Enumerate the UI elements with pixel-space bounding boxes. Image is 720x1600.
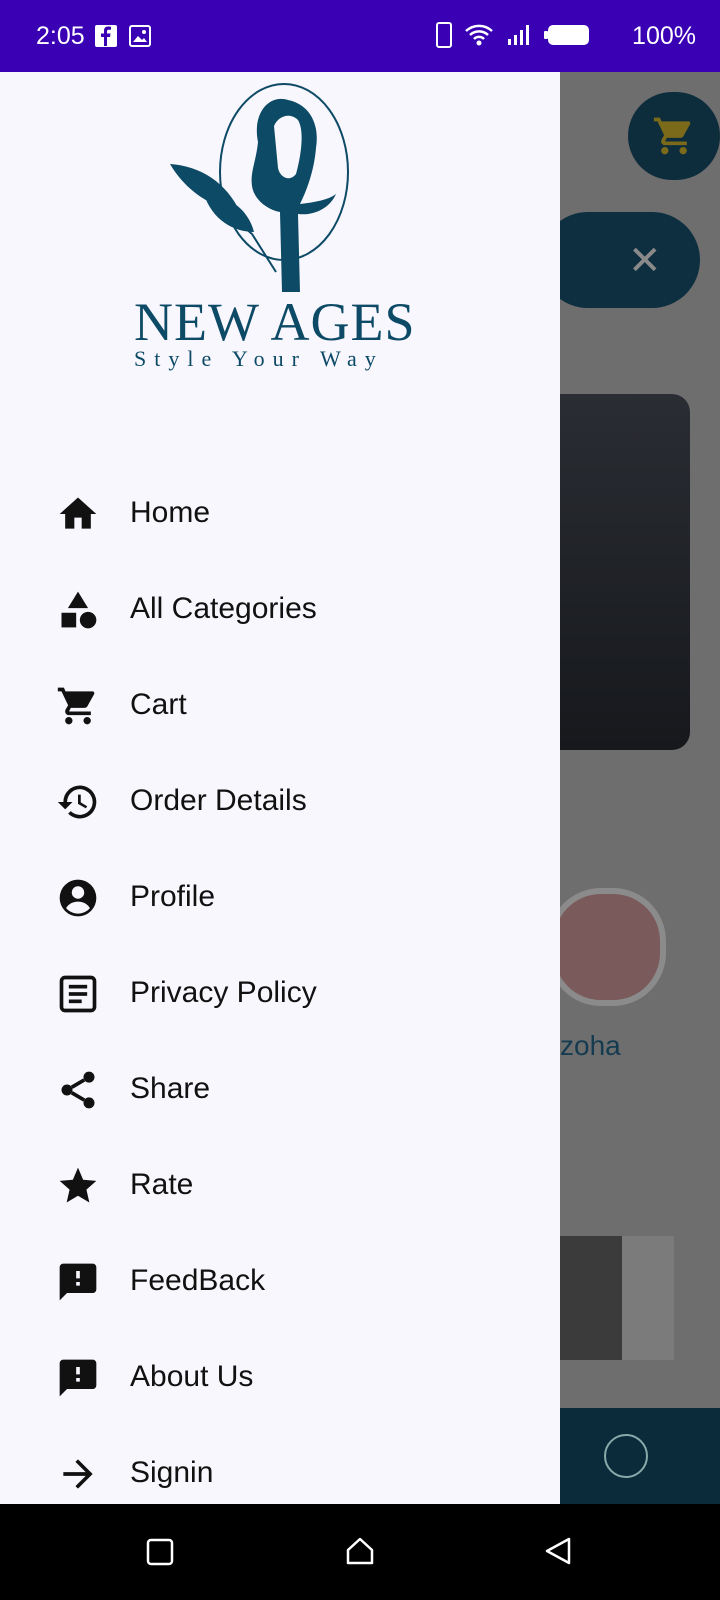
back-button[interactable] [544, 1536, 572, 1566]
document-icon [59, 975, 97, 1013]
menu-item-order-details[interactable]: Order Details [0, 754, 560, 850]
close-icon: ✕ [628, 239, 662, 283]
menu-item-label: About Us [130, 1360, 254, 1393]
categories-icon [61, 591, 97, 629]
menu-item-label: Order Details [130, 784, 307, 817]
system-nav-bar [0, 1504, 720, 1600]
cart-icon [653, 117, 691, 155]
profile-icon [604, 1434, 648, 1478]
status-time: 2:05 [36, 22, 85, 50]
background-story-avatar [548, 888, 666, 1006]
feedback-icon [59, 1263, 97, 1301]
brand-wordmark: NEW AGES Style Your Way [134, 294, 434, 372]
recents-button[interactable] [146, 1538, 174, 1566]
status-bar: 2:05 100% [0, 0, 720, 72]
brand-name: NEW AGES [134, 292, 416, 352]
background-cart-button [628, 92, 720, 180]
wifi-icon [465, 24, 493, 46]
menu-item-label: Signin [130, 1456, 214, 1489]
background-search-bar: ✕ [540, 212, 700, 308]
facebook-icon [95, 25, 117, 47]
menu-item-label: Profile [130, 880, 216, 913]
home-button[interactable] [345, 1536, 375, 1566]
menu-item-feedback[interactable]: FeedBack [0, 1234, 560, 1330]
menu-item-label: Rate [130, 1168, 194, 1201]
menu-item-about-us[interactable]: About Us [0, 1330, 560, 1426]
menu-item-home[interactable]: Home [0, 466, 560, 562]
phone-outline-icon [436, 22, 452, 48]
menu-item-rate[interactable]: Rate [0, 1138, 560, 1234]
history-icon [57, 785, 97, 819]
menu-item-label: Cart [130, 688, 187, 721]
menu-item-privacy-policy[interactable]: Privacy Policy [0, 946, 560, 1042]
menu-item-share[interactable]: Share [0, 1042, 560, 1138]
battery-icon [544, 25, 589, 45]
account-circle-icon [59, 879, 97, 917]
menu-item-label: Home [130, 496, 211, 529]
drawer-menu: Home All Categories Cart Order Details P… [0, 466, 560, 1522]
menu-item-label: All Categories [130, 592, 317, 625]
menu-item-label: Share [130, 1072, 211, 1105]
menu-item-label: FeedBack [130, 1264, 266, 1297]
menu-item-all-categories[interactable]: All Categories [0, 562, 560, 658]
menu-item-cart[interactable]: Cart [0, 658, 560, 754]
battery-percentage: 100% [632, 22, 696, 50]
background-story-label: zoha [560, 1030, 621, 1061]
cart-icon [57, 687, 95, 725]
arrow-right-icon [63, 1459, 93, 1489]
feedback-icon [59, 1359, 97, 1397]
background-bottom-nav [540, 1408, 720, 1504]
menu-item-label: Privacy Policy [130, 976, 317, 1009]
background-product-image [540, 1236, 674, 1360]
home-icon [59, 497, 97, 529]
share-icon [61, 1071, 95, 1109]
star-icon [59, 1167, 97, 1203]
signal-icon [508, 25, 529, 45]
navigation-drawer: NEW AGES Style Your Way Home All Categor… [0, 72, 560, 1504]
menu-item-profile[interactable]: Profile [0, 850, 560, 946]
image-icon [129, 25, 151, 47]
